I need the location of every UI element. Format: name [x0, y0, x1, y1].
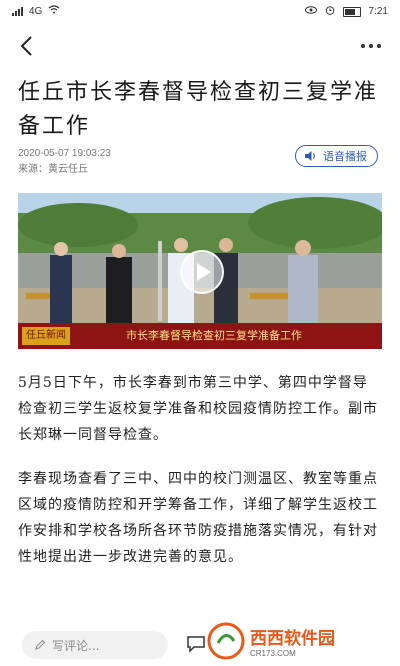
voice-label: 语音播报 [323, 150, 367, 163]
eye-icon [304, 6, 317, 17]
pencil-icon [35, 639, 46, 650]
video-player[interactable]: 任丘新闻 市长李春督导检查初三复学准备工作 [18, 193, 382, 349]
publish-date: 2020-05-07 19:03:23 [18, 148, 111, 159]
article-source: 来源：黄云任丘 [18, 164, 88, 175]
network-type: 4G [29, 5, 43, 17]
comment-placeholder: 写评论... [52, 638, 100, 653]
article-paragraph: 5月5日下午，市长李春到市第三中学、第四中学督导检查初三学生返校复学准备和校园疫… [18, 375, 378, 443]
article-title: 任丘市长李春督导检查初三复学准备工作 [18, 80, 379, 139]
back-button[interactable] [14, 32, 42, 60]
more-icon [361, 44, 365, 48]
video-caption: 市长李春督导检查初三复学准备工作 [126, 329, 302, 342]
comment-icon[interactable] [186, 635, 206, 653]
battery-icon [342, 6, 361, 17]
back-arrow-icon [20, 36, 32, 56]
more-button[interactable] [356, 32, 386, 60]
video-caption-bar: 任丘新闻 市长李春督导检查初三复学准备工作 [18, 323, 382, 349]
watermark-logo-icon [207, 622, 245, 660]
watermark-brand: 西西软件园 [250, 629, 335, 648]
watermark-url: CR173.COM [250, 649, 296, 658]
nav-bar [0, 26, 400, 66]
play-icon[interactable] [180, 250, 224, 294]
article-meta: 2020-05-07 19:03:23 来源：黄云任丘 [18, 146, 111, 178]
speaker-icon [305, 151, 315, 161]
voice-broadcast-button[interactable]: 语音播报 [295, 145, 378, 167]
alarm-icon [325, 5, 335, 18]
clock-time: 7:21 [368, 6, 388, 17]
signal-icon [12, 6, 23, 16]
watermark: 西西软件园 CR173.COM [206, 616, 400, 666]
news-logo: 任丘新闻 [22, 327, 70, 345]
wifi-icon [48, 5, 60, 17]
article-paragraph: 李春现场查看了三中、四中的校门测温区、教室等重点区域的疫情防控和开学筹备工作，详… [18, 471, 378, 565]
comment-input[interactable]: 写评论... [22, 631, 168, 659]
status-bar: 4G 7:21 [0, 0, 400, 22]
